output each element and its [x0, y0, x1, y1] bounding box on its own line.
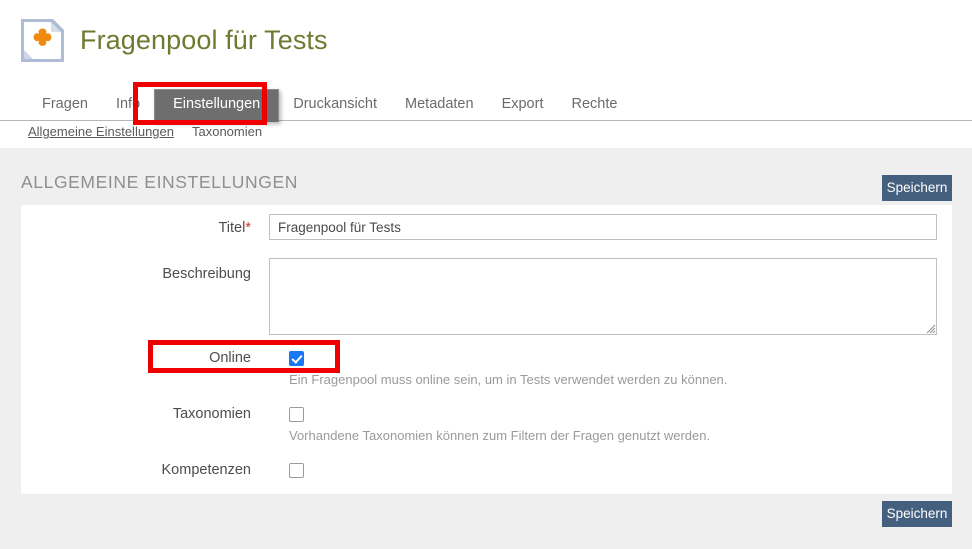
- tab-metadaten[interactable]: Metadaten: [391, 90, 488, 121]
- form-row-taxonomien: Taxonomien Vorhandene Taxonomien können …: [21, 404, 952, 448]
- form-row-titel: Titel*: [21, 214, 952, 248]
- label-beschreibung: Beschreibung: [162, 266, 251, 282]
- label-titel: Titel*: [21, 220, 251, 236]
- subtab-taxonomien[interactable]: Taxonomien: [192, 124, 262, 139]
- label-titel-text: Titel: [218, 220, 246, 236]
- description-textarea[interactable]: [269, 258, 937, 335]
- form-row-online: Online Ein Fragenpool muss online sein, …: [21, 348, 952, 392]
- subtab-list: Allgemeine Einstellungen Taxonomien: [28, 124, 262, 139]
- taxonomies-checkbox[interactable]: [289, 407, 304, 422]
- page-header: Fragenpool für Tests: [0, 0, 972, 82]
- online-checkbox[interactable]: [289, 351, 304, 366]
- page-root: Fragenpool für Tests Fragen Info Einstel…: [0, 0, 972, 549]
- puzzle-piece-document-icon: [20, 18, 65, 63]
- tab-rechte[interactable]: Rechte: [557, 90, 631, 121]
- required-marker-titel: *: [245, 220, 251, 236]
- form-row-beschreibung: Beschreibung: [21, 258, 952, 343]
- content-area: ALLGEMEINE EINSTELLUNGEN Titel* Beschrei…: [0, 148, 972, 549]
- tab-druckansicht[interactable]: Druckansicht: [279, 90, 391, 121]
- save-button-bottom[interactable]: Speichern: [882, 501, 952, 527]
- subtab-allgemeine-einstellungen[interactable]: Allgemeine Einstellungen: [28, 124, 174, 139]
- label-taxonomien: Taxonomien: [172, 406, 251, 422]
- tab-fragen[interactable]: Fragen: [28, 90, 102, 121]
- label-kompetenzen: Kompetenzen: [161, 462, 251, 478]
- tab-einstellungen[interactable]: Einstellungen: [154, 88, 280, 122]
- settings-form-card: Titel* Beschreibung Online Ein Fragenpoo…: [21, 205, 952, 494]
- header-inner: Fragenpool für Tests: [20, 18, 328, 63]
- title-input[interactable]: [269, 214, 937, 240]
- save-button-top[interactable]: Speichern: [882, 175, 952, 201]
- competences-checkbox[interactable]: [289, 463, 304, 478]
- label-online: Online: [209, 350, 251, 366]
- tab-export[interactable]: Export: [488, 90, 558, 121]
- page-title: Fragenpool für Tests: [80, 25, 328, 55]
- tab-list: Fragen Info Einstellungen Druckansicht M…: [28, 86, 631, 122]
- form-row-kompetenzen: Kompetenzen: [21, 460, 952, 490]
- hint-taxonomien: Vorhandene Taxonomien können zum Filtern…: [289, 428, 711, 443]
- tab-info[interactable]: Info: [102, 90, 154, 121]
- tab-bar: Fragen Info Einstellungen Druckansicht M…: [0, 86, 972, 122]
- section-heading: ALLGEMEINE EINSTELLUNGEN: [21, 172, 298, 192]
- hint-online: Ein Fragenpool muss online sein, um in T…: [289, 372, 728, 387]
